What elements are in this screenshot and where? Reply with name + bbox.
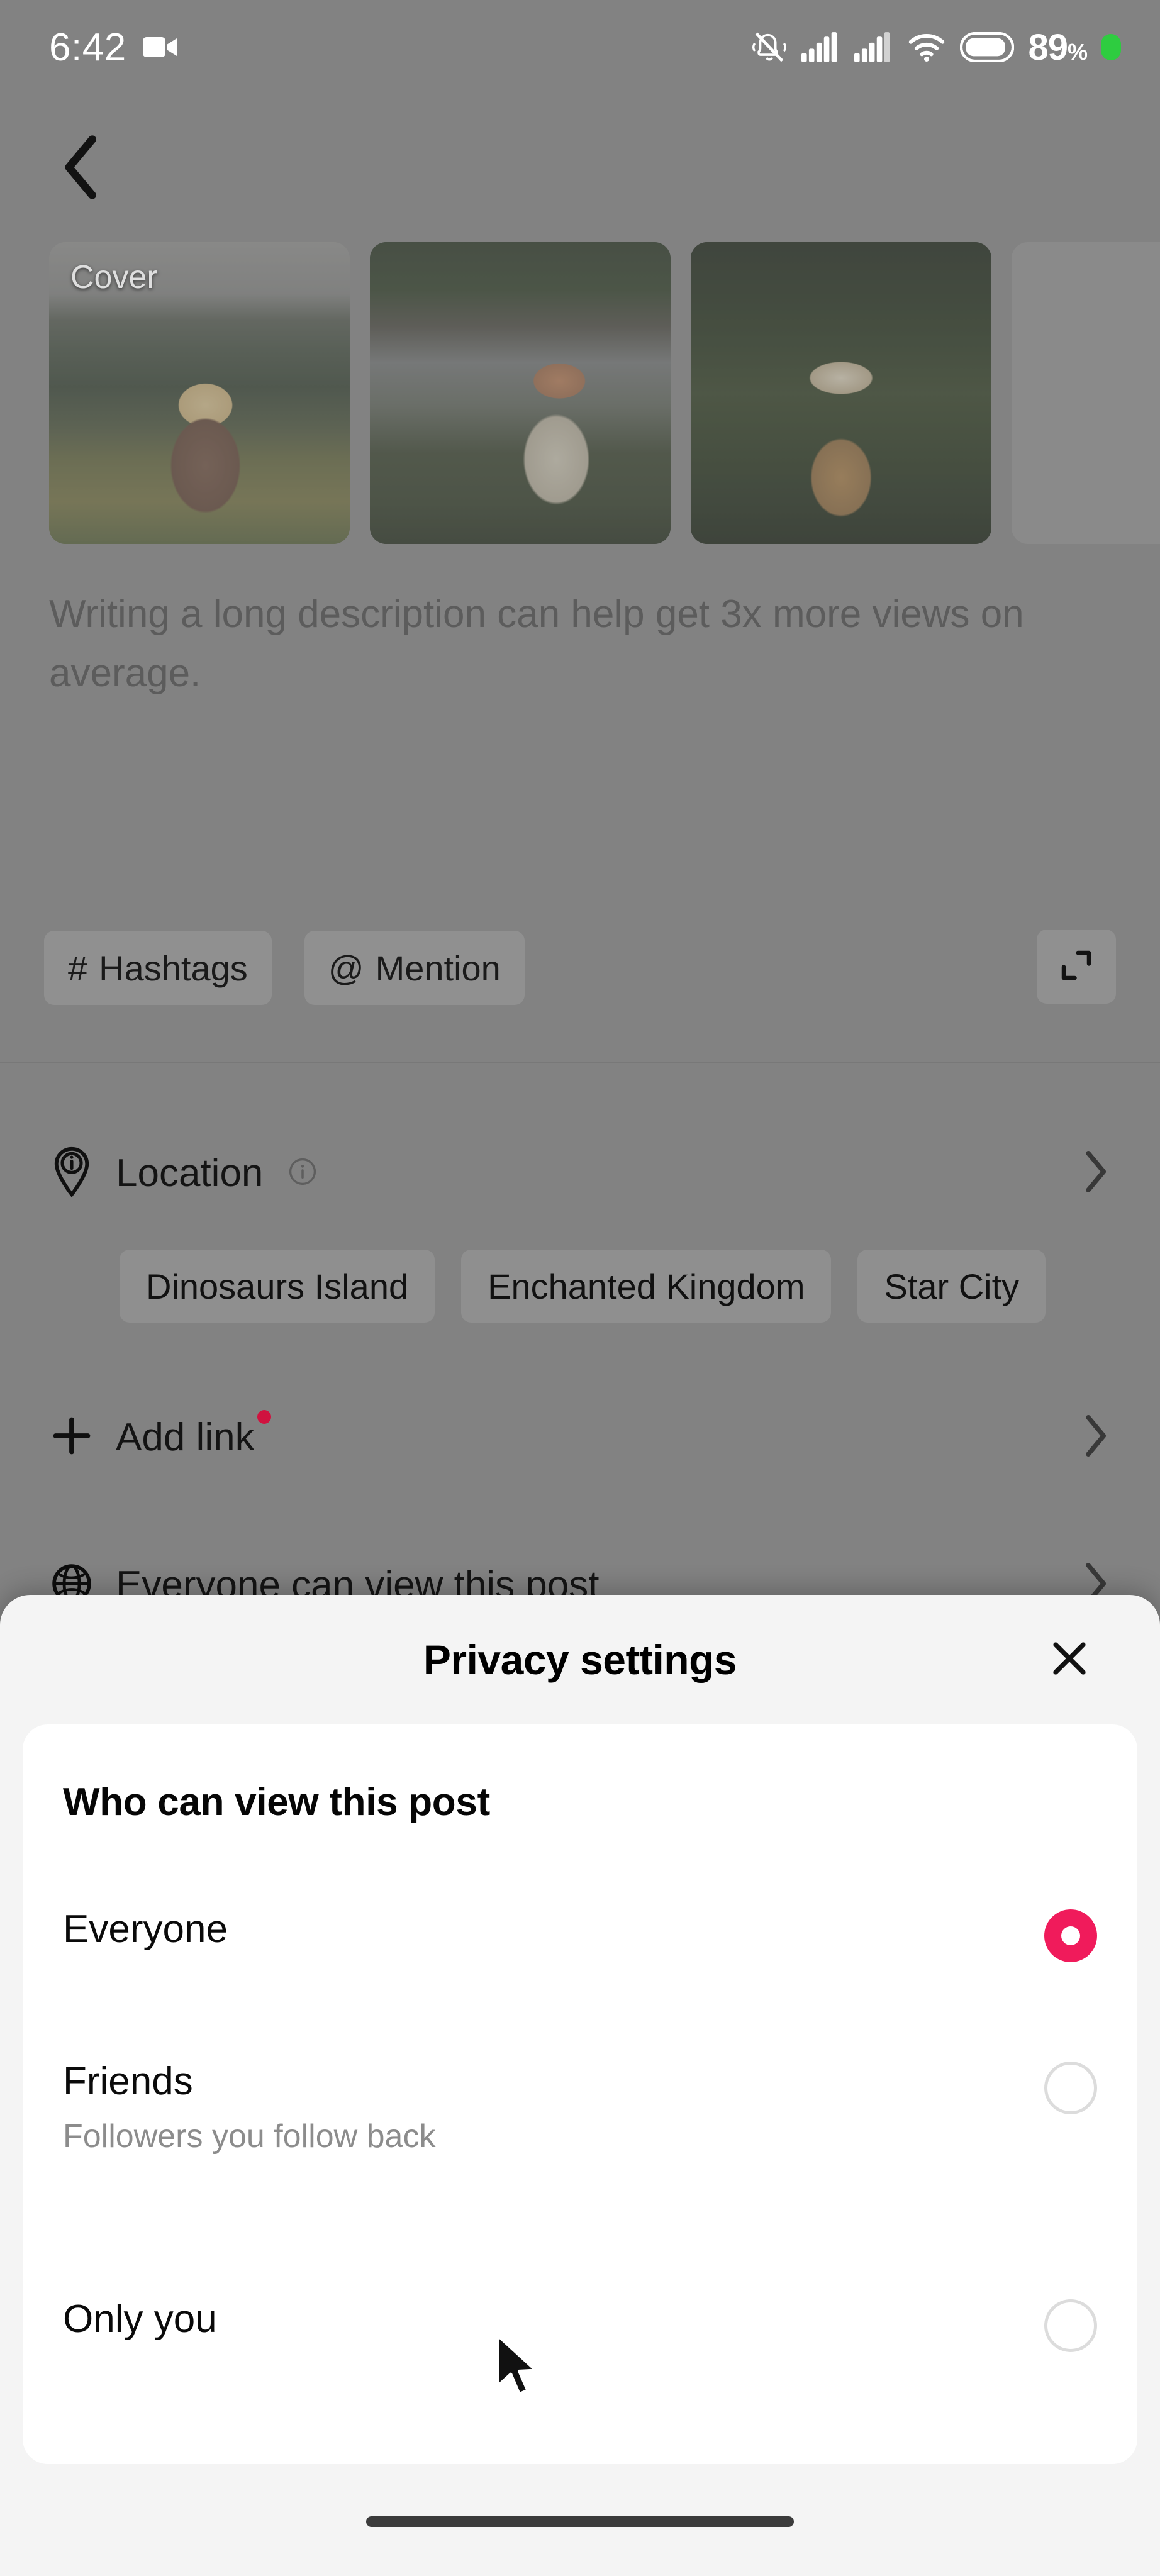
settings-row-add-link[interactable]: Add link (0, 1377, 1160, 1497)
settings-row-add-link-lead: Add link (49, 1409, 1082, 1462)
status-bar-clock: 6:42 (49, 25, 126, 69)
settings-row-add-link-label: Add link (116, 1409, 271, 1460)
location-suggestion-chips: Dinosaurs Island Enchanted Kingdom Star … (120, 1248, 1160, 1324)
radio-friends[interactable] (1044, 2062, 1097, 2114)
expand-editor-button[interactable] (1037, 930, 1116, 1004)
location-pin-icon (49, 1146, 94, 1201)
close-button[interactable] (1037, 1627, 1102, 1692)
battery-icon (960, 31, 1015, 63)
location-chip[interactable]: Enchanted Kingdom (461, 1250, 832, 1323)
bell-muted-icon (751, 29, 788, 65)
cover-label: Cover (70, 259, 158, 296)
mention-chip[interactable]: @ Mention (304, 931, 525, 1005)
privacy-settings-sheet: Privacy settings Who can view this post … (0, 1595, 1160, 2576)
green-status-dot (1101, 34, 1121, 60)
plus-icon (49, 1413, 94, 1462)
media-thumbnail[interactable] (370, 242, 671, 544)
hashtags-chip-label: Hashtags (99, 948, 248, 988)
sheet-title: Privacy settings (423, 1636, 737, 1683)
info-circle-icon[interactable] (288, 1157, 317, 1189)
thumbnail-dim-overlay (370, 242, 671, 544)
location-chip[interactable]: Dinosaurs Island (120, 1250, 435, 1323)
chevron-right-icon[interactable] (1082, 1147, 1111, 1199)
privacy-option-label: Everyone (63, 1907, 228, 1951)
status-bar: 6:42 89% (0, 0, 1160, 94)
media-thumbnail-strip[interactable]: Cover (0, 242, 1160, 544)
card-heading: Who can view this post (63, 1780, 490, 1824)
privacy-option-friends-text: Friends Followers you follow back (63, 2059, 435, 2155)
new-badge-dot (257, 1409, 271, 1424)
top-nav-bar (0, 113, 1160, 226)
sheet-header: Privacy settings (0, 1595, 1160, 1724)
settings-row-location-label: Location (116, 1151, 264, 1195)
cellular-signal-icon (854, 32, 893, 62)
video-camera-icon (142, 35, 178, 60)
cellular-signal-icon (801, 32, 840, 62)
privacy-option-everyone-text: Everyone (63, 1907, 228, 1951)
privacy-option-label: Friends (63, 2060, 193, 2103)
hash-icon: # (68, 948, 88, 988)
battery-percent: 89% (1028, 26, 1088, 68)
description-placeholder[interactable]: Writing a long description can help get … (49, 585, 1068, 703)
privacy-option-only-you-text: Only you (63, 2297, 217, 2341)
privacy-option-friends[interactable]: Friends Followers you follow back (63, 2059, 1097, 2155)
add-media-button[interactable] (1012, 242, 1160, 544)
chevron-left-icon (59, 132, 105, 206)
at-icon: @ (328, 948, 364, 988)
compose-chip-row: # Hashtags @ Mention (44, 930, 1116, 1006)
status-bar-right: 89% (751, 26, 1121, 69)
radio-everyone-selected[interactable] (1044, 1909, 1097, 1962)
plus-icon (1039, 363, 1160, 424)
thumbnail-dim-overlay (691, 242, 991, 544)
phone-screen: 6:42 89% Cover Writing a long descriptio… (0, 0, 1160, 2576)
expand-fullscreen-icon (1057, 947, 1095, 987)
home-indicator-bar (366, 2516, 794, 2527)
close-x-icon (1047, 1636, 1091, 1684)
media-thumbnail[interactable] (691, 242, 991, 544)
privacy-option-everyone[interactable]: Everyone (63, 1907, 1097, 1962)
privacy-option-label: Only you (63, 2297, 217, 2341)
status-bar-left: 6:42 (49, 25, 178, 70)
mention-chip-label: Mention (375, 948, 501, 988)
section-divider (0, 1062, 1160, 1063)
privacy-option-subtitle: Followers you follow back (63, 2118, 436, 2155)
wifi-icon (907, 32, 946, 62)
location-chip[interactable]: Star City (857, 1250, 1046, 1323)
settings-row-location[interactable]: Location (0, 1113, 1160, 1233)
settings-row-location-lead: Location (49, 1146, 1082, 1201)
privacy-option-only-you[interactable]: Only you (63, 2297, 1097, 2352)
media-thumbnail-cover[interactable]: Cover (49, 242, 350, 544)
chevron-right-icon[interactable] (1082, 1411, 1111, 1463)
hashtags-chip[interactable]: # Hashtags (44, 931, 272, 1005)
back-button[interactable] (44, 131, 120, 206)
radio-only-you[interactable] (1044, 2299, 1097, 2352)
privacy-options-card: Who can view this post Everyone Friends … (23, 1724, 1137, 2464)
